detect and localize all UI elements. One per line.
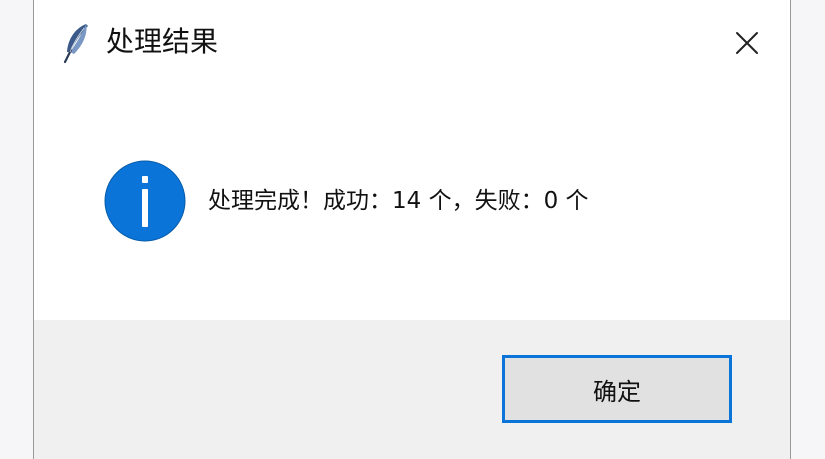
message-text: 处理完成！成功：14 个，失败：0 个 (208, 188, 589, 214)
close-button[interactable] (726, 22, 768, 64)
button-bar: 确定 (34, 320, 790, 459)
dialog-content: 处理完成！成功：14 个，失败：0 个 (34, 84, 790, 320)
message-dialog: 处理结果 处理完成！成功：14 个，失败：0 个 确定 (33, 0, 791, 459)
ok-button-label: 确定 (593, 377, 641, 406)
title-bar[interactable]: 处理结果 (34, 0, 790, 84)
feather-icon (62, 22, 92, 64)
window-title: 处理结果 (106, 25, 219, 58)
ok-button[interactable]: 确定 (502, 355, 732, 423)
close-icon (736, 32, 758, 54)
info-icon (104, 160, 186, 242)
